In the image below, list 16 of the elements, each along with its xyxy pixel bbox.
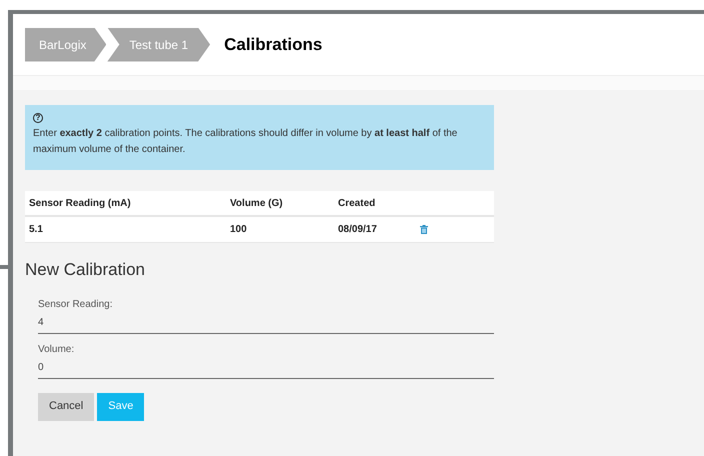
- column-header: Volume (G): [230, 196, 284, 210]
- table-cell-text: 100: [230, 223, 248, 237]
- table-cell-text: 5.1: [29, 223, 44, 237]
- input-field[interactable]: 0: [38, 356, 494, 378]
- trash-icon[interactable]: [420, 225, 428, 234]
- help-icon: ?: [33, 113, 43, 123]
- cancel-button[interactable]: Cancel: [38, 392, 94, 420]
- field-label: Sensor Reading:: [38, 298, 114, 312]
- form-title: New Calibration: [25, 259, 146, 281]
- column-header: Sensor Reading (mA): [29, 196, 132, 210]
- field-label: Volume:: [38, 342, 76, 356]
- column-header: Created: [338, 196, 376, 210]
- input-field[interactable]: 4: [38, 312, 494, 334]
- table-cell-text: 08/09/17: [338, 223, 378, 237]
- info-text: Enter exactly 2 calibration points. The calibrations should differ in volume by at least half of the maximum volume of the container.: [33, 127, 458, 157]
- page-title: Calibrations: [224, 34, 322, 56]
